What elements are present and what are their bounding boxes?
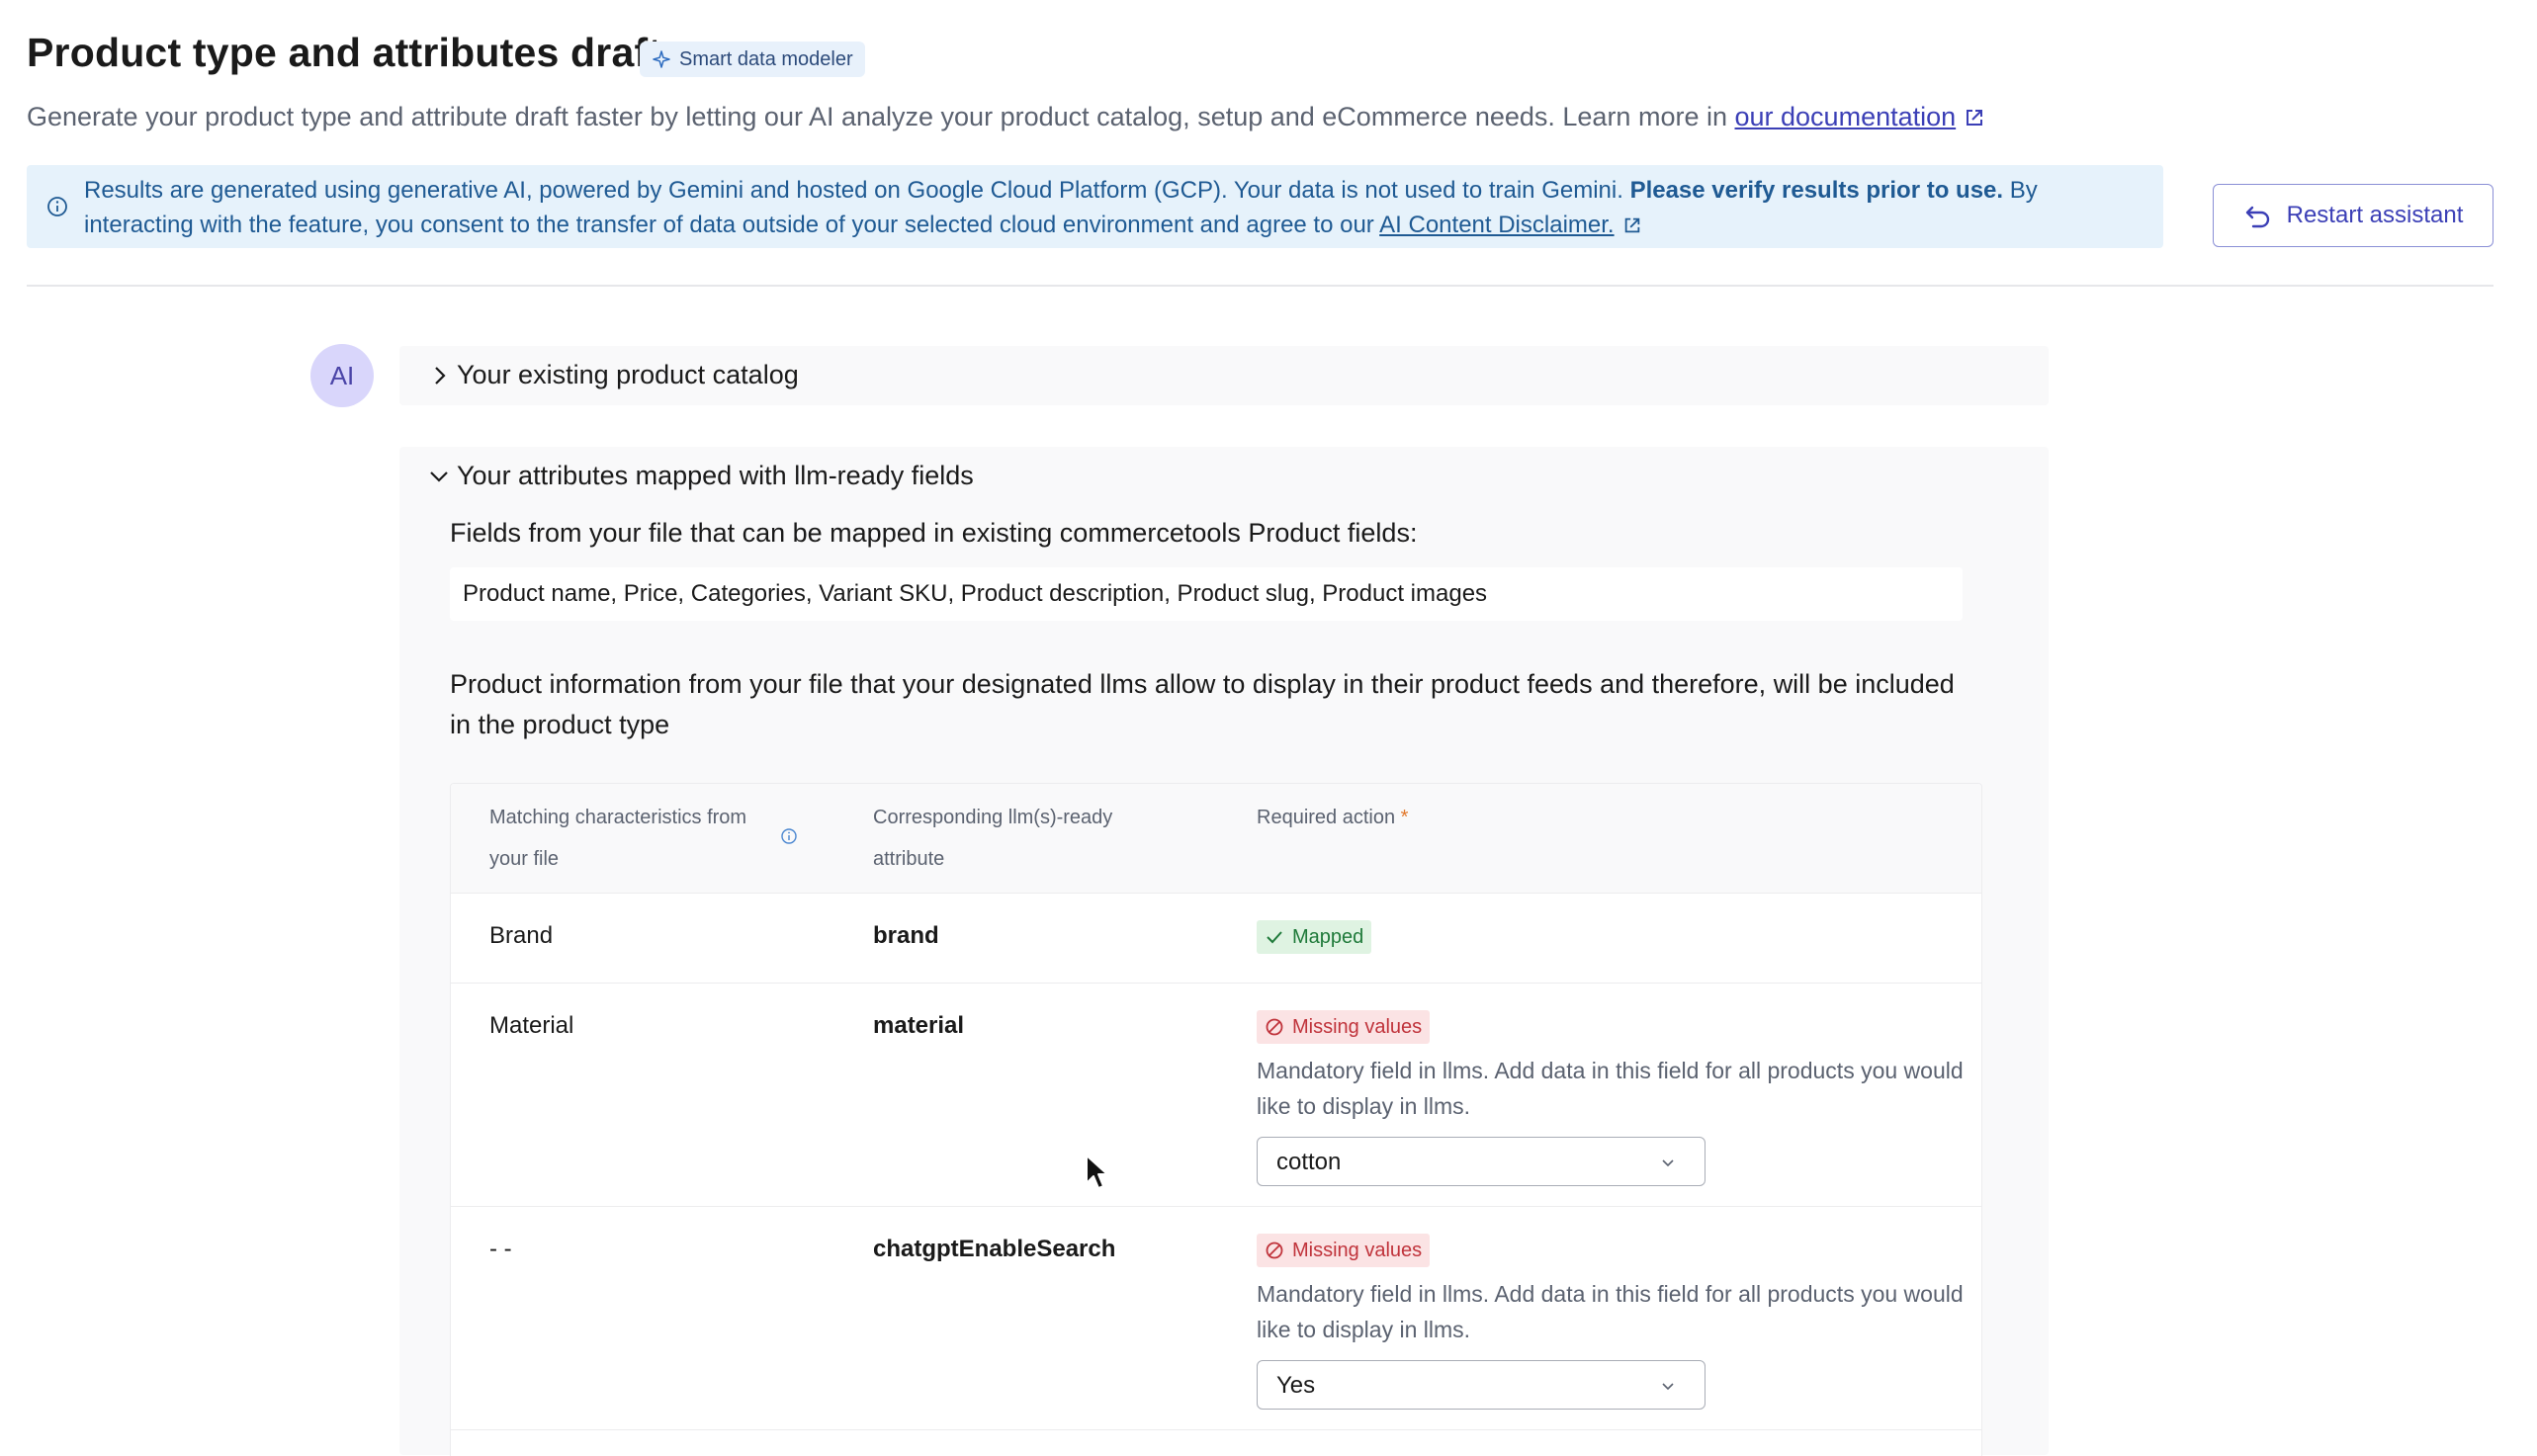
external-link-icon[interactable] <box>1622 215 1642 235</box>
attributes-table: Matching characteristics from your file … <box>450 783 1982 1456</box>
page-title: Product type and attributes draft <box>27 30 662 75</box>
select-value: cotton <box>1276 1149 1342 1175</box>
existing-catalog-label: Your existing product catalog <box>457 360 799 389</box>
mapped-attributes-header[interactable]: Your attributes mapped with llm-ready fi… <box>399 447 2049 506</box>
info-icon <box>47 197 67 216</box>
check-icon <box>1267 931 1282 944</box>
blocked-icon <box>1266 1242 1283 1259</box>
action-header-label: Required action <box>1257 807 1396 828</box>
column-header-attribute: Corresponding llm(s)-ready attribute <box>873 807 1113 870</box>
page-subtitle: Generate your product type and attribute… <box>27 102 1985 132</box>
documentation-link[interactable]: our documentation <box>1735 102 1957 131</box>
column-header-source: Matching characteristics from your file <box>489 807 747 870</box>
tag-label: Smart data modeler <box>679 47 853 70</box>
material-value-select[interactable]: cotton <box>1257 1137 1706 1186</box>
mandatory-note: Mandatory field in llms. Add data in thi… <box>1257 1281 1964 1342</box>
banner-text: Results are generated using generative A… <box>84 173 2145 242</box>
status-label: Missing values <box>1292 1015 1423 1038</box>
subtitle-text: Generate your product type and attribute… <box>27 102 1727 131</box>
status-badge: Missing values <box>1257 1234 1431 1267</box>
mouse-cursor-icon <box>1086 1155 1108 1189</box>
chevron-down-icon <box>430 471 448 482</box>
source-field: Brand <box>489 922 554 949</box>
restart-assistant-button[interactable]: Restart assistant <box>2213 184 2493 247</box>
table-row: Material material Missing values Mandato… <box>451 983 1981 1207</box>
ai-avatar: AI <box>310 344 374 407</box>
mappable-fields-value: Product name, Price, Categories, Variant… <box>463 580 1488 607</box>
chevron-right-icon <box>435 367 446 385</box>
blocked-icon <box>1266 1018 1283 1036</box>
chatgpt-enable-search-select[interactable]: Yes <box>1257 1360 1706 1410</box>
table-header: Matching characteristics from your file … <box>451 784 1981 894</box>
product-info-paragraph: Product information from your file that … <box>450 669 1955 739</box>
llm-attribute: chatgptEnableSearch <box>873 1236 1116 1262</box>
mapped-attributes-label: Your attributes mapped with llm-ready fi… <box>457 461 974 490</box>
status-label: Mapped <box>1292 925 1364 948</box>
mandatory-note: Mandatory field in llms. Add data in thi… <box>1257 1058 1964 1119</box>
source-field: - - <box>489 1236 512 1262</box>
ai-disclaimer-link[interactable]: AI Content Disclaimer. <box>1379 212 1614 238</box>
banner-text-part1: Results are generated using generative A… <box>84 177 1623 204</box>
select-value: Yes <box>1276 1372 1316 1399</box>
status-badge: Mapped <box>1257 920 1372 954</box>
status-badge: Missing values <box>1257 1010 1431 1044</box>
required-marker: * <box>1400 807 1409 828</box>
mappable-fields-box: Product name, Price, Categories, Variant… <box>450 567 1963 621</box>
source-field: Material <box>489 1012 574 1039</box>
status-label: Missing values <box>1292 1239 1423 1261</box>
table-row: - - chatgptEnableSearch Missing values M… <box>451 1206 1981 1430</box>
info-icon[interactable] <box>780 827 798 845</box>
undo-icon <box>2245 206 2269 228</box>
chevron-down-icon <box>1662 1383 1674 1391</box>
chevron-down-icon <box>1662 1159 1674 1167</box>
ai-info-banner: Results are generated using generative A… <box>27 165 2163 248</box>
llm-attribute: brand <box>873 922 939 949</box>
column-header-action: Required action * <box>1257 797 1408 838</box>
table-row: Brand brand Mapped <box>451 893 1981 984</box>
existing-catalog-section[interactable]: Your existing product catalog <box>399 346 2049 405</box>
header-divider <box>27 285 2493 287</box>
sparkle-icon <box>653 50 670 68</box>
external-link-icon[interactable] <box>1964 107 1985 128</box>
mapped-attributes-section: Your attributes mapped with llm-ready fi… <box>399 447 2049 1456</box>
mappable-fields-label: Fields from your file that can be mapped… <box>450 518 1418 548</box>
restart-assistant-label: Restart assistant <box>2286 202 2464 228</box>
smart-data-modeler-tag: Smart data modeler <box>640 42 865 77</box>
banner-text-bold: Please verify results prior to use. <box>1629 177 2004 204</box>
llm-attribute: material <box>873 1012 965 1039</box>
